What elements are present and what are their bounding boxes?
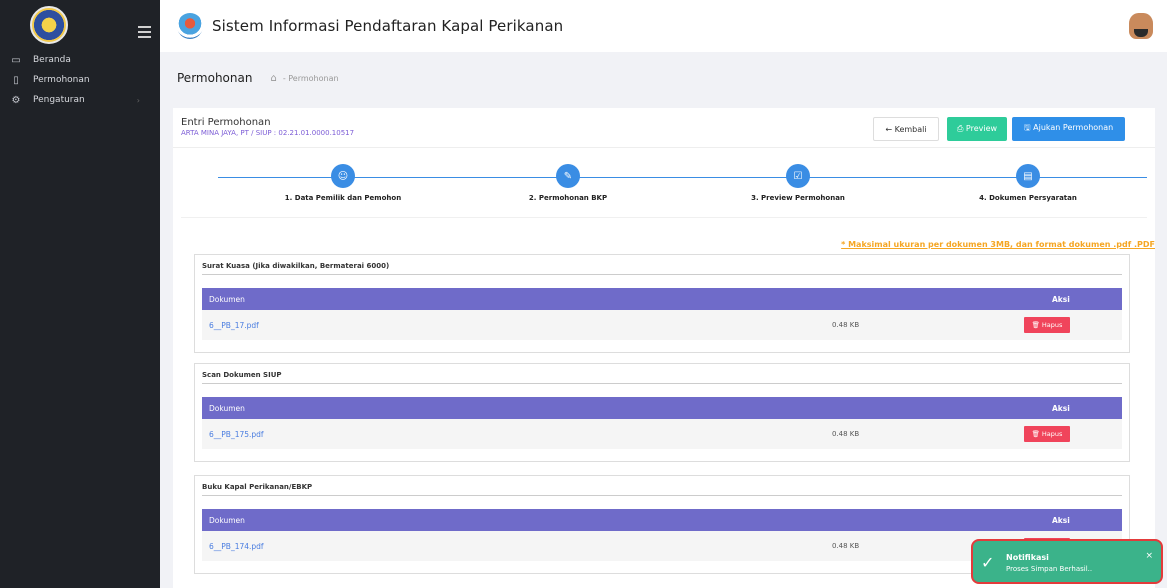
table-row: 6__PB_17.pdf 0.48 KB 🗑 Hapus bbox=[202, 310, 1122, 340]
menu-toggle-icon[interactable] bbox=[138, 26, 151, 41]
step-3[interactable]: ☑ 3. Preview Permohonan bbox=[698, 164, 898, 202]
card-subtitle: ARTA MINA JAYA, PT / SIUP : 02.21.01.000… bbox=[181, 129, 355, 137]
sidebar-item-label: Beranda bbox=[33, 55, 71, 65]
user-icon: ☺ bbox=[331, 164, 355, 188]
table-header: Dokumen Aksi bbox=[202, 397, 1122, 419]
file-icon: ▤ bbox=[1016, 164, 1040, 188]
file-link[interactable]: 6__PB_17.pdf bbox=[209, 321, 259, 330]
notification-toast: ✓ Notifikasi Proses Simpan Berhasil.. × bbox=[971, 539, 1163, 584]
document-title: Buku Kapal Perikanan/EBKP bbox=[202, 478, 1122, 496]
sidebar-item-label: Pengaturan bbox=[33, 95, 85, 105]
document-section: Scan Dokumen SIUP Dokumen Aksi 6__PB_175… bbox=[194, 363, 1130, 462]
chevron-right-icon: › bbox=[136, 95, 140, 105]
column-aksi: Aksi bbox=[1052, 294, 1070, 304]
checkmark-icon: ✓ bbox=[981, 553, 995, 572]
step-label: 4. Dokumen Persyaratan bbox=[979, 194, 1077, 202]
breadcrumb-path: - Permohonan bbox=[282, 73, 339, 83]
gear-icon: ⚙ bbox=[11, 94, 21, 106]
document-section: Surat Kuasa (Jika diwakilkan, Bermaterai… bbox=[194, 254, 1130, 353]
preview-button[interactable]: ⎙ Preview bbox=[947, 117, 1007, 141]
document-icon: ▯ bbox=[13, 74, 19, 86]
column-aksi: Aksi bbox=[1052, 515, 1070, 525]
column-dokumen: Dokumen bbox=[209, 515, 245, 525]
app-logo bbox=[177, 13, 203, 39]
table-header: Dokumen Aksi bbox=[202, 288, 1122, 310]
step-2[interactable]: ✎ 2. Permohonan BKP bbox=[468, 164, 668, 202]
toast-message: Proses Simpan Berhasil.. bbox=[1006, 565, 1093, 573]
pencil-icon: ✎ bbox=[556, 164, 580, 188]
sidebar-header bbox=[0, 0, 160, 50]
ministry-logo bbox=[30, 6, 68, 44]
sidebar: ▭ Beranda ▯ Permohonan ⚙ Pengaturan › bbox=[0, 0, 160, 588]
column-dokumen: Dokumen bbox=[209, 294, 245, 304]
card-title: Entri Permohonan bbox=[181, 117, 271, 128]
column-aksi: Aksi bbox=[1052, 403, 1070, 413]
document-title: Scan Dokumen SIUP bbox=[202, 366, 1122, 384]
column-dokumen: Dokumen bbox=[209, 403, 245, 413]
delete-button[interactable]: 🗑 Hapus bbox=[1024, 317, 1070, 333]
sidebar-item-label: Permohonan bbox=[33, 75, 90, 85]
wizard-steps: ☺ 1. Data Pemilik dan Pemohon ✎ 2. Permo… bbox=[181, 148, 1147, 218]
step-1[interactable]: ☺ 1. Data Pemilik dan Pemohon bbox=[243, 164, 443, 202]
step-4[interactable]: ▤ 4. Dokumen Persyaratan bbox=[928, 164, 1128, 202]
sidebar-item-permohonan[interactable]: ▯ Permohonan bbox=[0, 70, 160, 90]
step-label: 1. Data Pemilik dan Pemohon bbox=[284, 194, 402, 202]
step-label: 2. Permohonan BKP bbox=[528, 194, 608, 202]
file-size: 0.48 KB bbox=[832, 542, 860, 550]
sidebar-item-pengaturan[interactable]: ⚙ Pengaturan › bbox=[0, 90, 160, 110]
file-link[interactable]: 6__PB_174.pdf bbox=[209, 542, 264, 551]
close-icon[interactable]: × bbox=[1145, 551, 1153, 561]
top-bar: Sistem Informasi Pendaftaran Kapal Perik… bbox=[160, 0, 1167, 52]
delete-button[interactable]: 🗑 Hapus bbox=[1024, 426, 1070, 442]
file-size: 0.48 KB bbox=[832, 430, 860, 438]
table-header: Dokumen Aksi bbox=[202, 509, 1122, 531]
toast-title: Notifikasi bbox=[1006, 553, 1049, 562]
home-icon[interactable]: ⌂ bbox=[270, 73, 276, 84]
file-link[interactable]: 6__PB_175.pdf bbox=[209, 430, 264, 439]
card-header: Entri Permohonan ARTA MINA JAYA, PT / SI… bbox=[173, 108, 1155, 148]
sidebar-item-beranda[interactable]: ▭ Beranda bbox=[0, 50, 160, 70]
step-label: 3. Preview Permohonan bbox=[751, 194, 845, 202]
page-title: Permohonan bbox=[177, 71, 253, 85]
checklist-icon: ☑ bbox=[786, 164, 810, 188]
submit-application-button[interactable]: 🖫 Ajukan Permohonan bbox=[1012, 117, 1125, 141]
document-title: Surat Kuasa (Jika diwakilkan, Bermaterai… bbox=[202, 257, 1122, 275]
file-size: 0.48 KB bbox=[832, 321, 860, 329]
entry-card: Entri Permohonan ARTA MINA JAYA, PT / SI… bbox=[173, 108, 1155, 588]
upload-note: * Maksimal ukuran per dokumen 3MB, dan f… bbox=[841, 240, 1155, 249]
monitor-icon: ▭ bbox=[11, 54, 21, 66]
table-row: 6__PB_175.pdf 0.48 KB 🗑 Hapus bbox=[202, 419, 1122, 449]
back-button[interactable]: ← Kembali bbox=[873, 117, 939, 141]
user-avatar[interactable] bbox=[1129, 13, 1153, 39]
breadcrumb: Permohonan ⌂ - Permohonan bbox=[160, 52, 1167, 104]
app-title: Sistem Informasi Pendaftaran Kapal Perik… bbox=[212, 17, 564, 35]
